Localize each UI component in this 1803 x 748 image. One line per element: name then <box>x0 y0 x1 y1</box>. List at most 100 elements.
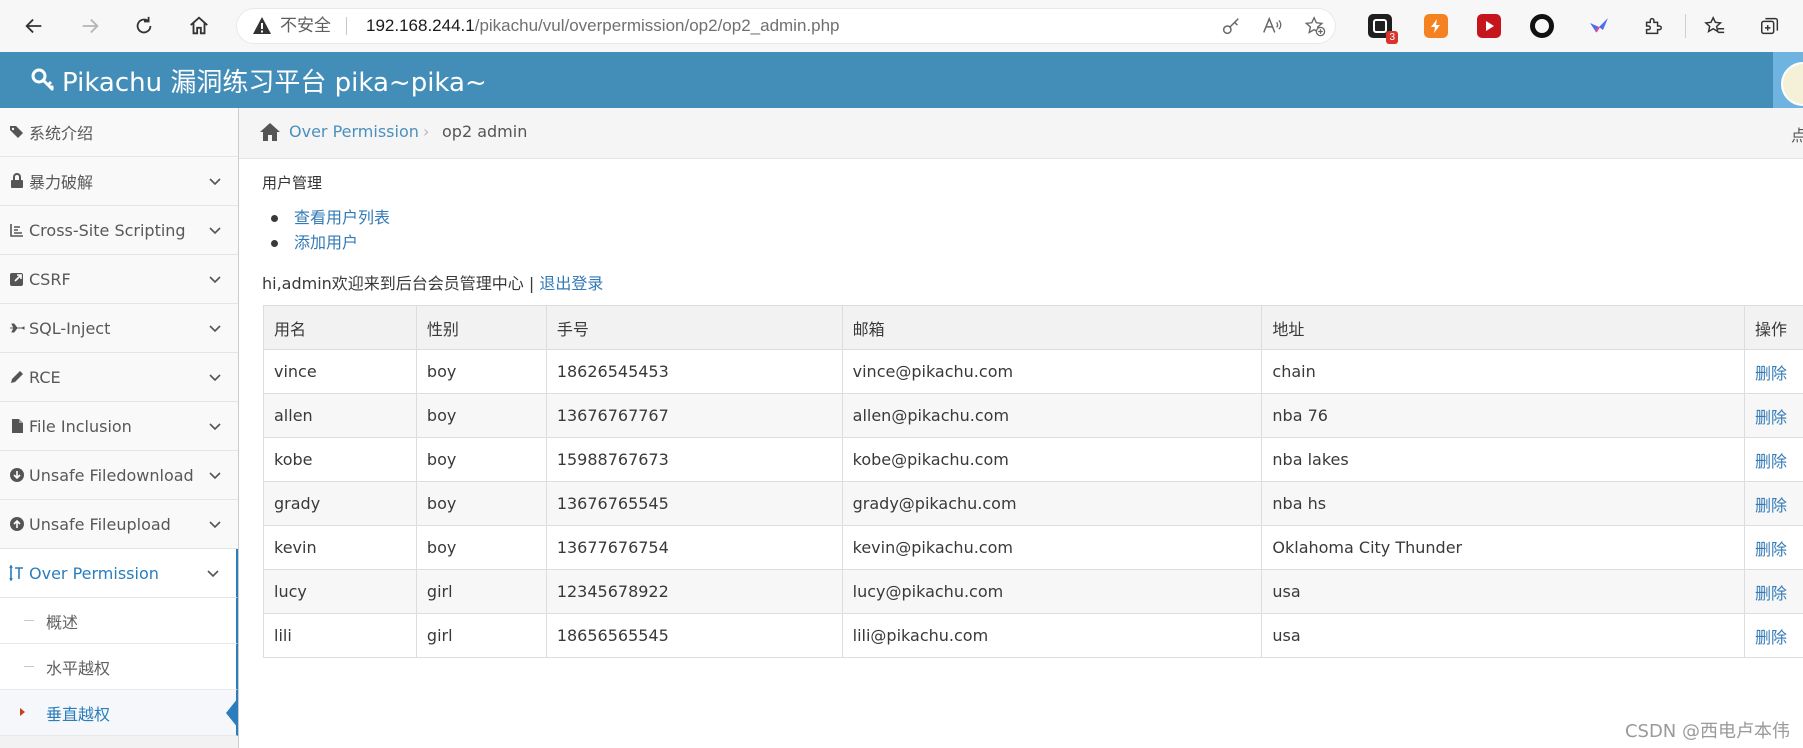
home-button[interactable] <box>183 10 215 42</box>
column-header: 性别 <box>415 305 547 350</box>
sidebar-item-label: Cross-Site Scripting <box>29 220 186 240</box>
url-path: /pikachu/vul/overpermission/op2/op2_admi… <box>474 16 840 35</box>
cell-sex: boy <box>415 349 547 394</box>
sidebar-item-label: Unsafe Fileupload <box>29 514 171 534</box>
sidebar-item-unsafe-filedownload[interactable]: Unsafe Filedownload <box>0 451 238 500</box>
url-host: 192.168.244.1 <box>366 16 475 35</box>
reload-button[interactable] <box>128 10 160 42</box>
back-button[interactable] <box>18 10 50 42</box>
column-header: 邮箱 <box>841 305 1263 350</box>
browser-toolbar: 不安全 192.168.244.1/pikachu/vul/overpermis… <box>0 0 1803 53</box>
cell-sex: boy <box>415 525 547 570</box>
sidebar-item-sql-inject[interactable]: SQL-Inject <box>0 304 238 353</box>
sidebar-item-label: Unsafe Filedownload <box>29 465 194 485</box>
cell-email: kobe@pikachu.com <box>841 437 1263 482</box>
table-row: lili girl 18656565545 lili@pikachu.com u… <box>263 613 1803 658</box>
sidebar-item-rce[interactable]: RCE <box>0 353 238 402</box>
collections-button[interactable] <box>1758 14 1782 38</box>
sidebar-item-label: 暴力破解 <box>29 173 94 192</box>
key-icon[interactable] <box>1220 15 1242 37</box>
extensions-button[interactable] <box>1641 14 1665 38</box>
cell-email: vince@pikachu.com <box>841 349 1263 394</box>
sidebar-item-intro[interactable]: 系统介绍 <box>0 108 238 157</box>
column-header: 手号 <box>545 305 843 350</box>
chevron-down-icon <box>207 570 219 578</box>
delete-link[interactable]: 删除 <box>1743 349 1803 394</box>
column-header: 用名 <box>263 305 417 350</box>
sidebar-item-over-permission[interactable]: Over Permission <box>0 549 238 598</box>
forward-button[interactable] <box>74 10 106 42</box>
sidebar-item-csrf[interactable]: CSRF <box>0 255 238 304</box>
puzzle-icon <box>1645 17 1662 35</box>
warning-icon <box>253 17 271 34</box>
sidebar-item-file-inclusion[interactable]: File Inclusion <box>0 402 238 451</box>
cell-username: lili <box>263 613 417 658</box>
extension-3-icon[interactable] <box>1477 14 1501 38</box>
sidebar-item-brute-force[interactable]: 暴力破解 <box>0 157 238 206</box>
sidebar-item-label: Over Permission <box>29 563 159 583</box>
delete-link[interactable]: 删除 <box>1743 481 1803 526</box>
table-row: kevin boy 13677676754 kevin@pikachu.com … <box>263 525 1803 570</box>
extension-2-icon[interactable] <box>1424 14 1448 38</box>
submenu-tick <box>24 620 34 621</box>
table-row: kobe boy 15988767673 kobe@pikachu.com nb… <box>263 437 1803 482</box>
logout-link[interactable]: 退出登录 <box>539 274 603 293</box>
play-icon <box>1486 21 1494 31</box>
fighter-jet-icon <box>10 323 25 333</box>
url-text[interactable]: 192.168.244.1/pikachu/vul/overpermission… <box>366 16 840 36</box>
list-item: 查看用户列表 <box>262 206 390 231</box>
chevron-down-icon <box>209 325 221 333</box>
bolt-icon <box>1431 19 1440 33</box>
insecure-label: 不安全 <box>280 16 331 36</box>
sidebar-item-unsafe-fileupload[interactable]: Unsafe Fileupload <box>0 500 238 549</box>
table-row: grady boy 13676765545 grady@pikachu.com … <box>263 481 1803 526</box>
sidebar-item-label: File Inclusion <box>29 416 132 436</box>
breadcrumb-parent-link[interactable]: Over Permission <box>289 122 419 141</box>
delete-link[interactable]: 删除 <box>1743 569 1803 614</box>
pencil-icon <box>11 371 23 383</box>
read-aloud-icon[interactable] <box>1261 15 1283 37</box>
avatar <box>1781 62 1803 106</box>
delete-link[interactable]: 删除 <box>1743 437 1803 482</box>
section-title: 用户管理 <box>262 174 323 192</box>
app-title-text: Pikachu 漏洞练习平台 pika~pika~ <box>62 67 487 98</box>
sidebar-item-label: 系统介绍 <box>29 124 94 143</box>
sidebar-subitem-vertical[interactable]: 垂直越权 <box>0 690 238 736</box>
sidebar: 系统介绍 暴力破解 Cross-Site Scripting CSRF SQL-… <box>0 108 239 748</box>
extension-4-icon[interactable] <box>1530 14 1554 38</box>
caret-right-icon <box>20 708 25 716</box>
address-bar[interactable]: 不安全 192.168.244.1/pikachu/vul/overpermis… <box>236 8 1336 44</box>
welcome-line: hi,admin欢迎来到后台会员管理中心 | 退出登录 <box>262 270 603 294</box>
breadcrumb-right-text: 点 <box>1790 126 1803 145</box>
delete-link[interactable]: 删除 <box>1743 393 1803 438</box>
app-title[interactable]: Pikachu 漏洞练习平台 pika~pika~ <box>30 64 487 98</box>
watermark: CSDN @西电卢本伟 <box>1624 721 1790 742</box>
delete-link[interactable]: 删除 <box>1743 525 1803 570</box>
cell-sex: girl <box>415 569 547 614</box>
user-menu[interactable] <box>1773 52 1803 108</box>
chevron-down-icon <box>209 472 221 480</box>
list-tree-icon <box>10 224 23 237</box>
extension-1-icon[interactable]: 3 <box>1368 14 1398 44</box>
add-user-link[interactable]: 添加用户 <box>294 233 358 252</box>
list-item: 添加用户 <box>262 231 390 256</box>
cell-username: lucy <box>263 569 417 614</box>
table-header-row: 用名 性别 手号 邮箱 地址 操作 <box>263 305 1803 350</box>
sidebar-subitem-horizontal[interactable]: 水平越权 <box>0 644 238 690</box>
extension-5-icon[interactable] <box>1587 14 1611 38</box>
url-divider <box>346 17 347 35</box>
file-icon <box>12 419 23 433</box>
sidebar-item-label: SQL-Inject <box>29 318 111 338</box>
view-users-link[interactable]: 查看用户列表 <box>294 208 390 227</box>
tags-icon <box>10 126 23 138</box>
sidebar-item-label: CSRF <box>29 269 71 289</box>
cell-sex: girl <box>415 613 547 658</box>
add-favorite-icon[interactable] <box>1304 15 1326 37</box>
sidebar-item-xss[interactable]: Cross-Site Scripting <box>0 206 238 255</box>
delete-link[interactable]: 删除 <box>1743 613 1803 658</box>
favorites-button[interactable] <box>1703 14 1727 38</box>
home-icon <box>260 123 280 141</box>
sidebar-item-label: RCE <box>29 367 61 387</box>
sidebar-subitem-overview[interactable]: 概述 <box>0 598 238 644</box>
chevron-down-icon <box>209 374 221 382</box>
